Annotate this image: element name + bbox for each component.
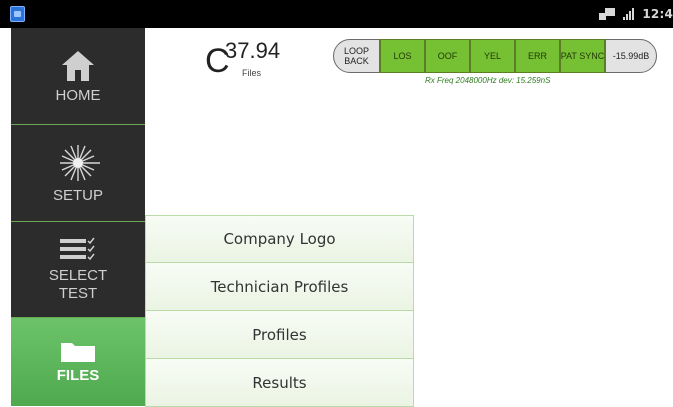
yel-indicator[interactable]: YEL — [470, 39, 515, 73]
oof-indicator[interactable]: OOF — [425, 39, 470, 73]
folder-icon — [60, 339, 96, 363]
nav-select-label-line1: SELECT — [48, 267, 108, 284]
nav-files-label: FILES — [56, 367, 100, 384]
clock: 12:4 — [642, 7, 673, 21]
readout-value: 37.94 — [225, 38, 281, 63]
checklist-icon — [58, 237, 98, 263]
files-menu-results[interactable]: Results — [145, 359, 414, 407]
signal-level-indicator[interactable]: -15.99dB — [605, 39, 657, 73]
alarm-indicator-strip: LOOP BACK LOS OOF YEL ERR PAT SYNC -15.9… — [333, 39, 657, 73]
files-menu-company-logo[interactable]: Company Logo — [145, 215, 414, 263]
laser-burst-icon — [54, 143, 102, 183]
home-icon — [60, 49, 96, 83]
files-menu-profiles[interactable]: Profiles — [145, 311, 414, 359]
los-indicator[interactable]: LOS — [380, 39, 425, 73]
nav-files-button[interactable]: FILES — [11, 318, 145, 406]
nav-home-label: HOME — [55, 86, 101, 104]
app-icon[interactable] — [10, 6, 25, 22]
sync-icon — [599, 8, 616, 20]
sidebar-nav: HOME SETUP SELECT TEST FILES — [11, 28, 145, 406]
files-menu-technician-profiles[interactable]: Technician Profiles — [145, 263, 414, 311]
status-tray: 12:4 — [599, 0, 673, 28]
nav-select-test-button[interactable]: SELECT TEST — [11, 222, 145, 318]
pat-sync-indicator[interactable]: PAT SYNC — [560, 39, 605, 73]
loopback-button[interactable]: LOOP BACK — [333, 39, 380, 73]
rx-frequency-text: Rx Freq 2048000Hz dev: 15.259nS — [425, 76, 551, 85]
readout-unit: Files — [242, 68, 262, 78]
status-bar: 12:4 — [0, 0, 673, 28]
nav-setup-label: SETUP — [52, 186, 103, 204]
nav-select-label-line2: TEST — [58, 285, 98, 302]
files-menu: Company Logo Technician Profiles Profile… — [145, 215, 414, 407]
nav-setup-button[interactable]: SETUP — [11, 125, 145, 222]
err-indicator[interactable]: ERR — [515, 39, 560, 73]
signal-icon — [623, 8, 635, 20]
nav-home-button[interactable]: HOME — [11, 28, 145, 125]
